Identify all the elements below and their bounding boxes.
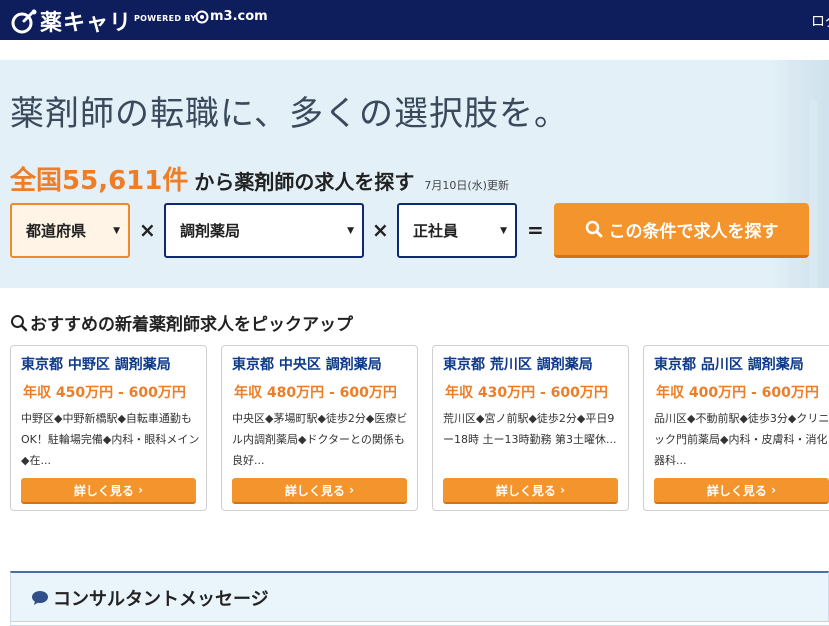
- facility-type-select-value: 調剤薬局: [180, 222, 241, 240]
- hero-catch-copy: 薬剤師の転職に、多くの選択肢を。: [10, 94, 569, 134]
- job-card-title[interactable]: 東京都 中央区 調剤薬局: [232, 354, 410, 374]
- chevron-right-icon: ›: [344, 483, 355, 497]
- speech-bubble-icon: [32, 591, 48, 605]
- powered-by-label: POWERED BY: [134, 14, 197, 23]
- times-operator: ×: [372, 218, 389, 242]
- count-suffix: 件: [162, 166, 189, 196]
- job-card-detail-button[interactable]: 詳しく見る ›: [21, 478, 196, 504]
- job-card-salary: 年収 400万円 - 600万円: [656, 385, 819, 401]
- updated-date: 7月10日(水)更新: [424, 179, 509, 192]
- search-icon: [585, 220, 602, 238]
- logo-text: 薬キャリ: [40, 11, 133, 36]
- prefecture-select[interactable]: 都道府県 ▼: [10, 203, 130, 258]
- chevron-right-icon: ›: [555, 483, 566, 497]
- caret-down-icon: ▼: [500, 226, 507, 236]
- pickup-heading-text: おすすめの新着薬剤師求人をピックアップ: [30, 315, 353, 335]
- job-card-detail-button[interactable]: 詳しく見る ›: [443, 478, 618, 504]
- hero-search: 薬剤師の転職に、多くの選択肢を。 全国 55,611 件 から薬剤師の求人を探す…: [0, 60, 829, 288]
- login-link[interactable]: ログ: [811, 11, 829, 31]
- job-card[interactable]: 東京都 中央区 調剤薬局 年収 480万円 - 600万円 中央区◆茅場町駅◆徒…: [221, 345, 418, 511]
- partner-name: m3.com: [210, 9, 268, 24]
- times-operator: ×: [139, 218, 156, 242]
- consultant-message-title: コンサルタントメッセージ: [53, 589, 269, 610]
- caret-down-icon: ▼: [347, 226, 354, 236]
- caret-down-icon: ▼: [113, 226, 120, 236]
- detail-button-label: 詳しく見る: [706, 483, 767, 498]
- prefecture-select-value: 都道府県: [26, 222, 87, 240]
- partner-logo: m3.com: [195, 9, 268, 24]
- job-card-detail-button[interactable]: 詳しく見る ›: [232, 478, 407, 504]
- job-card-salary: 年収 480万円 - 600万円: [234, 385, 397, 401]
- job-card-title[interactable]: 東京都 中野区 調剤薬局: [21, 354, 199, 374]
- section-divider: [11, 621, 829, 625]
- job-card[interactable]: 東京都 荒川区 調剤薬局 年収 430万円 - 600万円 荒川区◆宮ノ前駅◆徒…: [432, 345, 629, 511]
- search-button-label: この条件で求人を探す: [608, 221, 779, 242]
- site-header: 薬キャリ POWERED BY m3.com ログ: [0, 0, 829, 40]
- site-logo[interactable]: 薬キャリ: [10, 5, 132, 37]
- job-card-description: 中野区◆中野新橋駅◆自転車通勤もOK！駐輪場完備◆内科・眼科メイン◆在...: [21, 412, 200, 467]
- job-card-title[interactable]: 東京都 荒川区 調剤薬局: [443, 354, 621, 374]
- m3-logo-icon: [195, 10, 209, 23]
- job-card-detail-button[interactable]: 詳しく見る ›: [654, 478, 829, 504]
- employment-type-select[interactable]: 正社員 ▼: [397, 203, 517, 258]
- detail-button-label: 詳しく見る: [495, 483, 556, 498]
- count-heading: から薬剤師の求人を探す: [194, 170, 415, 194]
- job-count-number: 55,611: [62, 166, 163, 196]
- job-card-title[interactable]: 東京都 品川区 調剤薬局: [654, 354, 829, 374]
- consultant-message-section: コンサルタントメッセージ: [10, 571, 829, 626]
- chevron-right-icon: ›: [133, 483, 144, 497]
- detail-button-label: 詳しく見る: [73, 483, 134, 498]
- employment-type-select-value: 正社員: [413, 222, 459, 240]
- search-submit-button[interactable]: この条件で求人を探す: [554, 203, 809, 258]
- facility-type-select[interactable]: 調剤薬局 ▼: [164, 203, 364, 258]
- detail-button-label: 詳しく見る: [284, 483, 345, 498]
- consultant-message-heading: コンサルタントメッセージ: [31, 585, 269, 611]
- job-card-description: 中央区◆茅場町駅◆徒歩2分◆医療ビル内調剤薬局◆ドクターとの関係も良好...: [232, 412, 408, 467]
- job-card-salary: 年収 450万円 - 600万円: [23, 385, 186, 401]
- pickup-heading: おすすめの新着薬剤師求人をピックアップ: [10, 310, 353, 335]
- search-icon: [11, 314, 28, 331]
- count-prefix: 全国: [10, 166, 63, 196]
- equals-operator: =: [527, 218, 544, 242]
- job-card[interactable]: 東京都 品川区 調剤薬局 年収 400万円 - 600万円 品川区◆不動前駅◆徒…: [643, 345, 829, 511]
- job-card-description: 荒川区◆宮ノ前駅◆徒歩2分◆平日9ー18時 土ー13時勤務 第3土曜休...: [443, 412, 617, 446]
- job-card[interactable]: 東京都 中野区 調剤薬局 年収 450万円 - 600万円 中野区◆中野新橋駅◆…: [10, 345, 207, 511]
- job-card-description: 品川区◆不動前駅◆徒歩3分◆クリニック門前薬局◆内科・皮膚科・消化器科...: [654, 412, 829, 467]
- chevron-right-icon: ›: [766, 483, 777, 497]
- job-card-salary: 年収 430万円 - 600万円: [445, 385, 608, 401]
- logo-mark-icon: [11, 9, 37, 34]
- job-count-line: 全国 55,611 件 から薬剤師の求人を探す 7月10日(水)更新: [10, 160, 509, 197]
